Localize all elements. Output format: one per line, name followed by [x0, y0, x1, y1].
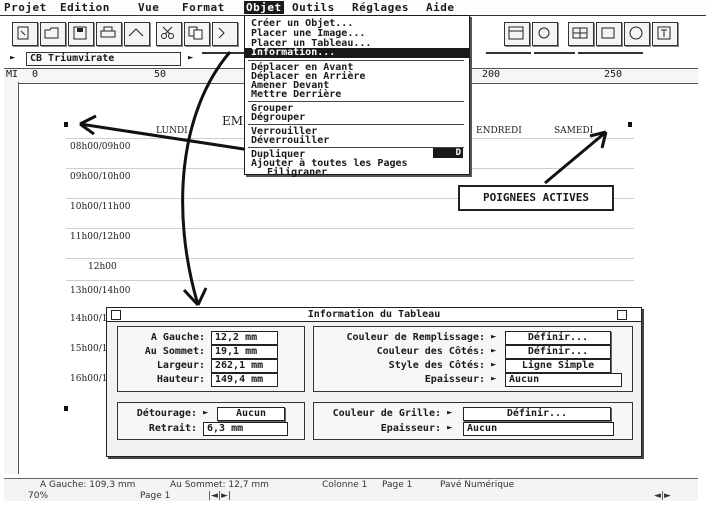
height-input[interactable]: 149,4 mm — [211, 373, 278, 387]
side-color-button[interactable]: Définir... — [505, 345, 611, 359]
wrap-arrow-icon[interactable]: ► — [203, 408, 208, 418]
indent-label: Retrait: — [148, 423, 197, 434]
grid-thickness-label: Epaisseur: — [380, 423, 441, 434]
grid-color-button[interactable]: Définir... — [463, 407, 611, 421]
shortcut-badge: D — [433, 148, 463, 158]
wrap-label: Détourage: — [136, 408, 197, 419]
menu-separator — [248, 124, 464, 125]
page-arrows-icon[interactable]: |◄|►| — [208, 491, 231, 501]
callout-label: POIGNEES ACTIVES — [458, 185, 614, 211]
left-input[interactable]: 12,2 mm — [211, 331, 278, 345]
grid-thickness-arrow-icon[interactable]: ► — [447, 423, 452, 433]
menu-item-deverrouiller[interactable]: Déverrouiller — [251, 136, 329, 146]
menu-separator — [248, 147, 464, 148]
menu-item-degrouper[interactable]: Dégrouper — [251, 113, 305, 123]
zoom-box-icon[interactable] — [617, 310, 627, 320]
height-label: Hauteur: — [156, 374, 205, 385]
fill-color-label: Couleur de Remplissage: — [346, 332, 485, 343]
top-input[interactable]: 19,1 mm — [211, 345, 278, 359]
status-left: A Gauche: 109,3 mm — [40, 480, 136, 490]
page-nav[interactable]: Page 1 — [140, 491, 170, 501]
menu-item-information[interactable]: Information... — [245, 48, 469, 58]
thickness-arrow-icon[interactable]: ► — [491, 374, 496, 384]
dialog-title: Information du Tableau — [107, 308, 641, 322]
objet-menu: Créer un Objet... Placer une Image... Pl… — [244, 15, 470, 178]
grid-color-label: Couleur de Grille: — [332, 408, 441, 419]
thickness-label: Epaisseur: — [424, 374, 485, 385]
menu-separator — [248, 60, 464, 61]
top-label: Au Sommet: — [144, 346, 205, 357]
wrap-select[interactable]: Aucun — [217, 407, 285, 421]
status-page: Page 1 — [382, 480, 413, 490]
side-style-select[interactable]: Ligne Simple — [505, 359, 611, 373]
menu-item-filigraner[interactable]: Filigraner — [267, 168, 327, 178]
side-color-arrow-icon[interactable]: ► — [491, 346, 496, 356]
menu-separator — [248, 101, 464, 102]
fill-color-button[interactable]: Définir... — [505, 331, 611, 345]
side-style-label: Style des Côtés: — [388, 360, 485, 371]
status-column: Colonne 1 — [322, 480, 368, 490]
side-color-label: Couleur des Côtés: — [376, 346, 485, 357]
thickness-select[interactable]: Aucun — [505, 373, 622, 387]
fill-color-arrow-icon[interactable]: ► — [491, 332, 496, 342]
zoom-level[interactable]: 70% — [28, 491, 48, 501]
status-numeric: Pavé Numérique — [440, 480, 515, 490]
status-top: Au Sommet: 12,7 mm — [170, 480, 269, 490]
grid-color-arrow-icon[interactable]: ► — [447, 408, 452, 418]
width-label: Largeur: — [156, 360, 205, 371]
close-box-icon[interactable] — [111, 310, 121, 320]
indent-input[interactable]: 6,3 mm — [203, 422, 288, 436]
menu-item-mettre-derriere[interactable]: Mettre Derrière — [251, 90, 341, 100]
grid-thickness-select[interactable]: Aucun — [463, 422, 614, 436]
status-bar: A Gauche: 109,3 mm Au Sommet: 12,7 mm Co… — [4, 478, 698, 501]
left-label: A Gauche: — [150, 332, 205, 343]
scroll-arrows-icon[interactable]: ◄|► — [654, 491, 671, 501]
information-dialog: Information du Tableau A Gauche: 12,2 mm… — [106, 307, 642, 457]
side-style-arrow-icon[interactable]: ► — [491, 360, 496, 370]
width-input[interactable]: 262,1 mm — [211, 359, 278, 373]
